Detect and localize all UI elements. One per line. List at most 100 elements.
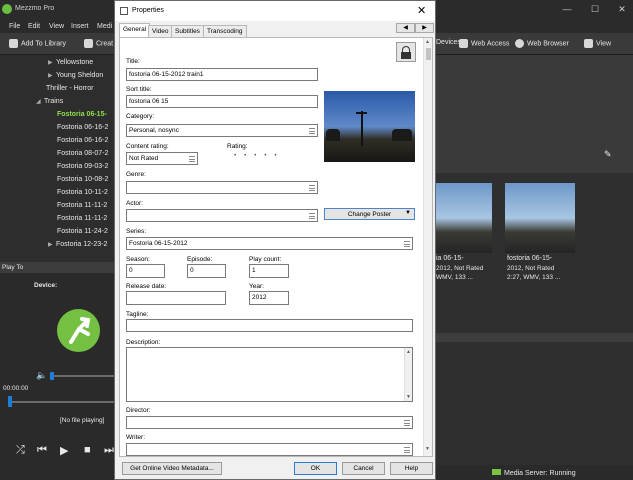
properties-icon — [120, 7, 128, 15]
play-to-header: Play To — [0, 262, 114, 273]
add-to-library-button[interactable]: Add To Library — [9, 39, 66, 48]
next-item-button[interactable]: ▶ — [415, 23, 434, 33]
menu-file[interactable]: File — [9, 23, 20, 30]
panel-scrollbar[interactable]: ▲ ▼ — [423, 38, 432, 456]
scroll-down-icon[interactable]: ▼ — [425, 446, 430, 452]
release-date-field[interactable] — [126, 291, 226, 305]
rating-stars[interactable]: • • • • • — [234, 152, 280, 159]
play-icon[interactable]: ▶ — [60, 444, 68, 457]
title-field[interactable]: fostoria 06-15-2012 train1 — [126, 68, 318, 81]
tree-item[interactable]: Thriller - Horror — [46, 85, 93, 92]
tree-item-selected[interactable]: Fostoria 06-15- — [57, 111, 107, 118]
get-metadata-button[interactable]: Get Online Video Metadata... — [122, 462, 222, 475]
app-logo-icon — [2, 4, 12, 14]
create-button[interactable]: Creat — [84, 39, 113, 48]
menu-view[interactable]: View — [49, 23, 64, 30]
lock-button[interactable] — [396, 42, 416, 62]
poster-pole — [361, 111, 363, 146]
change-poster-button[interactable]: Change Poster ▼ — [324, 208, 415, 220]
tree-item[interactable]: Fostoria 11-11-2 — [57, 215, 107, 222]
previous-icon[interactable]: ⏮ — [37, 444, 47, 457]
actor-field[interactable] — [126, 209, 318, 222]
seek-slider[interactable] — [8, 401, 114, 403]
server-status: Media Server: Running — [492, 469, 576, 477]
writer-field[interactable] — [126, 443, 413, 456]
scroll-up-icon[interactable]: ▲ — [406, 349, 411, 355]
poster-tree — [326, 129, 340, 141]
menu-edit[interactable]: Edit — [28, 23, 40, 30]
tree-item[interactable]: Fostoria 08-07-2 — [57, 150, 108, 157]
volume-slider[interactable] — [51, 375, 114, 377]
play-to-title: Play To — [2, 264, 24, 271]
cancel-button[interactable]: Cancel — [342, 462, 385, 475]
series-field[interactable]: Fostoria 06-15-2012 — [126, 237, 413, 250]
thumbnail-title: ia 06-15- — [436, 255, 464, 262]
status-bar: Media Server: Running — [436, 465, 633, 480]
season-field[interactable]: 0 — [126, 264, 165, 278]
genre-field[interactable] — [126, 181, 318, 194]
shuffle-icon[interactable]: ⤮ — [16, 444, 25, 457]
scrollbar-thumb[interactable] — [426, 48, 431, 60]
tree-item[interactable]: Fostoria 06-16-2 — [57, 137, 108, 144]
category-field[interactable]: Personal, nosync — [126, 124, 318, 137]
play-count-field[interactable]: 1 — [249, 264, 289, 278]
series-label: Series: — [126, 228, 147, 235]
tree-item[interactable]: Fostoria 11-24-2 — [57, 228, 108, 235]
next-icon[interactable]: ⏭ — [104, 444, 114, 457]
dialog-titlebar: Properties ✕ — [115, 1, 435, 21]
tree-item[interactable]: Fostoria 10-08-2 — [57, 176, 108, 183]
tab-transcoding[interactable]: Transcoding — [203, 25, 247, 37]
web-browser-button[interactable]: Web Browser — [515, 39, 569, 48]
minimize-button[interactable]: — — [560, 3, 574, 15]
help-button[interactable]: Help — [390, 462, 433, 475]
list-icon — [404, 447, 410, 453]
tagline-field[interactable] — [126, 319, 413, 332]
menu-insert[interactable]: Insert — [71, 23, 89, 30]
content-rating-field[interactable]: Not Rated — [126, 152, 198, 165]
view-button[interactable]: View — [584, 39, 611, 48]
tree-item[interactable]: Fostoria 11-11-2 — [57, 202, 107, 209]
server-icon — [492, 469, 501, 475]
device-logo-icon[interactable] — [57, 309, 100, 352]
edit-icon[interactable]: ✎ — [604, 149, 612, 160]
list-icon — [309, 213, 315, 219]
category-label: Category: — [126, 113, 155, 120]
actor-label: Actor: — [126, 200, 143, 207]
thumbnail-info: WMV, 133 ... — [436, 274, 473, 281]
tree-item[interactable]: ▶ Yellowstone — [48, 59, 93, 66]
menu-media[interactable]: Medi — [97, 23, 112, 30]
tree-item[interactable]: Fostoria 10-11-2 — [57, 189, 108, 196]
tab-video[interactable]: Video — [148, 25, 173, 37]
stop-icon[interactable]: ■ — [84, 444, 91, 456]
seek-slider-handle[interactable] — [8, 396, 12, 407]
tagline-label: Tagline: — [126, 311, 149, 318]
volume-slider-handle[interactable] — [50, 372, 54, 380]
tree-item[interactable]: Fostoria 09-03-2 — [57, 163, 108, 170]
scroll-up-icon[interactable]: ▲ — [425, 39, 430, 45]
app-close-button[interactable]: ✕ — [615, 3, 629, 15]
sort-title-field[interactable]: fostoria 06 15 — [126, 95, 318, 108]
tree-item[interactable]: ▶ Fostoria 12-23-2 — [48, 241, 107, 248]
tab-subtitles[interactable]: Subtitles — [171, 25, 204, 37]
devices-button[interactable]: Devices — [436, 39, 461, 46]
season-label: Season: — [126, 256, 150, 263]
close-icon[interactable]: ✕ — [417, 4, 426, 17]
maximize-button[interactable]: ☐ — [588, 3, 602, 15]
ok-button[interactable]: OK — [294, 462, 337, 475]
director-field[interactable] — [126, 416, 413, 429]
year-field[interactable]: 2012 — [249, 291, 289, 305]
scroll-down-icon[interactable]: ▼ — [406, 394, 411, 400]
previous-item-button[interactable]: ◀ — [396, 23, 415, 33]
description-field[interactable]: ▲ ▼ — [126, 347, 413, 402]
web-access-button[interactable]: Web Access — [459, 39, 509, 48]
thumbnail-info: 2012, Not Rated — [507, 265, 555, 272]
description-scrollbar[interactable]: ▲ ▼ — [404, 348, 412, 401]
tree-item-trains[interactable]: ◢ Trains — [36, 98, 63, 105]
tab-general[interactable]: General — [119, 23, 151, 37]
tree-item[interactable]: ▶ Young Sheldon — [48, 72, 103, 79]
writer-label: Writer: — [126, 434, 146, 441]
tree-item[interactable]: Fostoria 06-16-2 — [57, 124, 108, 131]
volume-icon[interactable]: 🔈 — [36, 370, 47, 381]
media-thumbnail[interactable] — [505, 183, 575, 253]
episode-field[interactable]: 0 — [187, 264, 226, 278]
